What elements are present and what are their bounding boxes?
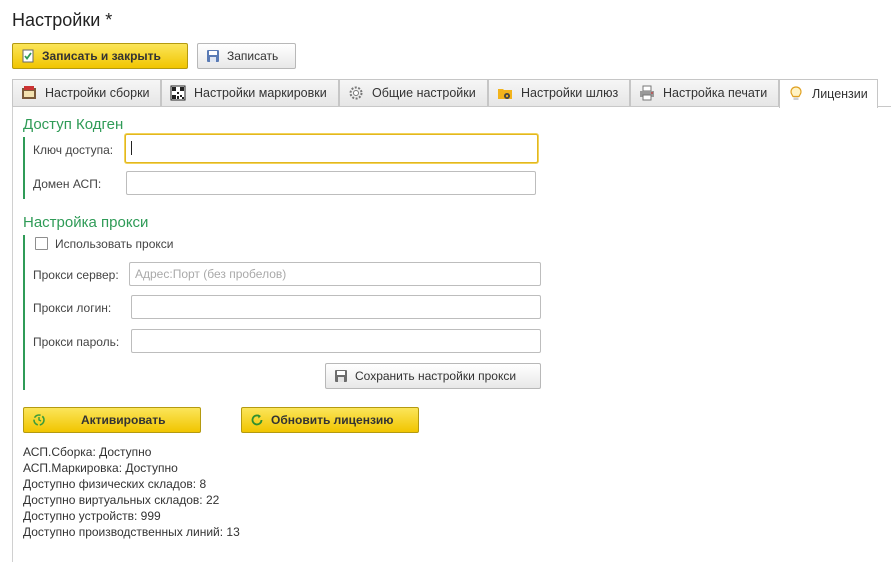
tab-print-settings[interactable]: Настройка печати bbox=[630, 79, 779, 106]
tab-label: Настройки шлюз bbox=[521, 86, 619, 100]
tab-label: Лицензии bbox=[812, 87, 868, 101]
status-marking: АСП.Маркировка: Доступно bbox=[23, 461, 178, 475]
assembly-icon bbox=[21, 85, 37, 101]
proxy-password-input[interactable] bbox=[131, 329, 541, 353]
text-caret bbox=[131, 141, 132, 155]
qr-code-icon bbox=[170, 85, 186, 101]
printer-icon bbox=[639, 85, 655, 101]
activate-button[interactable]: Активировать bbox=[23, 407, 201, 433]
status-devices: Доступно устройств: 999 bbox=[23, 509, 161, 523]
status-physical-warehouses: Доступно физических складов: 8 bbox=[23, 477, 207, 491]
refresh-icon bbox=[250, 413, 264, 427]
tab-assembly-settings[interactable]: Настройки сборки bbox=[12, 79, 161, 106]
tab-marking-settings[interactable]: Настройки маркировки bbox=[161, 79, 339, 106]
proxy-group-title: Настройка прокси bbox=[23, 214, 149, 231]
save-and-close-label: Записать и закрыть bbox=[42, 49, 161, 63]
refresh-license-button[interactable]: Обновить лицензию bbox=[241, 407, 419, 433]
domain-label: Домен АСП: bbox=[33, 177, 102, 191]
tab-gateway-settings[interactable]: Настройки шлюз bbox=[488, 79, 630, 106]
use-proxy-checkbox[interactable] bbox=[35, 237, 48, 250]
proxy-login-input[interactable] bbox=[131, 295, 541, 319]
domain-input[interactable] bbox=[126, 171, 536, 195]
codegen-group-title: Доступ Кодген bbox=[23, 116, 124, 133]
gear-icon bbox=[348, 85, 364, 101]
floppy-disk-icon bbox=[334, 369, 348, 383]
tab-licenses[interactable]: Лицензии bbox=[779, 79, 878, 108]
save-button[interactable]: Записать bbox=[197, 43, 296, 69]
document-check-icon bbox=[21, 49, 35, 63]
access-key-label: Ключ доступа: bbox=[33, 143, 114, 157]
use-proxy-label[interactable]: Использовать прокси bbox=[55, 237, 174, 251]
status-assembly: АСП.Сборка: Доступно bbox=[23, 445, 152, 459]
tab-general-settings[interactable]: Общие настройки bbox=[339, 79, 488, 106]
lightbulb-icon bbox=[788, 86, 804, 102]
status-virtual-warehouses: Доступно виртуальных складов: 22 bbox=[23, 493, 220, 507]
activate-label: Активировать bbox=[81, 413, 166, 427]
folder-gear-icon bbox=[497, 85, 513, 101]
proxy-login-label: Прокси логин: bbox=[33, 301, 112, 315]
panel-left-border bbox=[12, 107, 13, 562]
proxy-group-bar bbox=[23, 235, 25, 390]
refresh-license-label: Обновить лицензию bbox=[271, 413, 394, 427]
refresh-circle-icon bbox=[32, 413, 46, 427]
status-production-lines: Доступно производственных линий: 13 bbox=[23, 525, 240, 539]
save-proxy-settings-button[interactable]: Сохранить настройки прокси bbox=[325, 363, 541, 389]
save-label: Записать bbox=[227, 49, 279, 63]
tab-label: Настройка печати bbox=[663, 86, 768, 100]
tab-bar: Настройки сборки Настройки маркировки Об… bbox=[12, 79, 891, 108]
access-key-input[interactable] bbox=[125, 134, 538, 163]
floppy-disk-icon bbox=[206, 49, 220, 63]
page-title: Настройки * bbox=[12, 10, 113, 30]
tab-label: Общие настройки bbox=[372, 86, 476, 100]
tab-label: Настройки маркировки bbox=[194, 86, 327, 100]
proxy-server-label: Прокси сервер: bbox=[33, 268, 119, 282]
save-and-close-button[interactable]: Записать и закрыть bbox=[12, 43, 188, 69]
proxy-server-input[interactable] bbox=[129, 262, 541, 286]
codegen-group-bar bbox=[23, 137, 25, 199]
tab-label: Настройки сборки bbox=[45, 86, 150, 100]
save-proxy-settings-label: Сохранить настройки прокси bbox=[355, 369, 517, 383]
proxy-password-label: Прокси пароль: bbox=[33, 335, 120, 349]
